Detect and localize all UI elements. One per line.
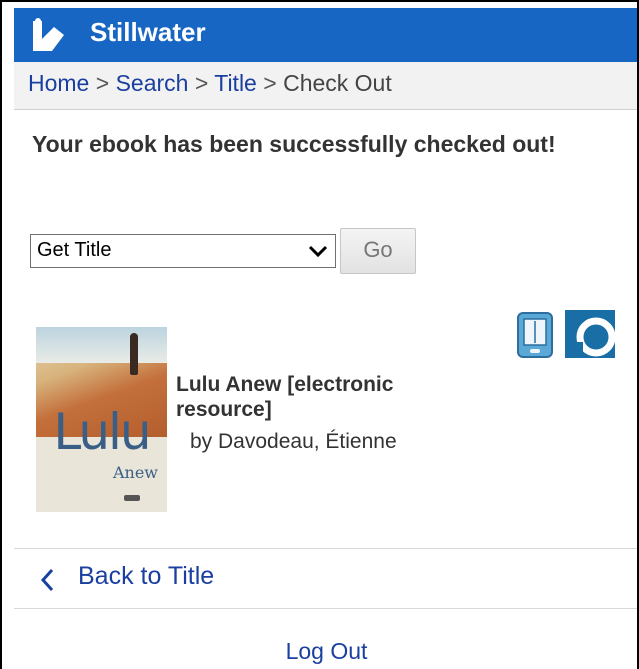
library-logo-icon[interactable]: [30, 17, 68, 55]
app-frame: Stillwater Home > Search > Title > Check…: [0, 0, 639, 669]
chevron-left-icon: [40, 568, 54, 592]
breadcrumb-search-link[interactable]: Search: [116, 70, 189, 96]
back-to-title-link[interactable]: Back to Title: [14, 550, 637, 606]
log-out-link[interactable]: Log Out: [14, 638, 637, 665]
breadcrumb: Home > Search > Title > Check Out: [14, 62, 637, 110]
breadcrumb-current: Check Out: [283, 70, 392, 96]
overdrive-icon: [565, 310, 615, 358]
cover-title: Lulu: [53, 403, 151, 461]
book-author-text: by Davodeau, Étienne: [190, 430, 397, 453]
breadcrumb-title-link[interactable]: Title: [214, 70, 257, 96]
section-divider: [14, 548, 637, 549]
breadcrumb-separator: >: [263, 70, 284, 96]
breadcrumb-home-link[interactable]: Home: [28, 70, 89, 96]
cover-art-figure: [130, 333, 138, 375]
breadcrumb-separator: >: [95, 70, 116, 96]
ebook-format-icon: [517, 312, 553, 358]
section-divider: [14, 608, 637, 609]
site-name[interactable]: Stillwater: [90, 17, 206, 48]
chevron-down-icon: [308, 245, 328, 258]
header-bar: Stillwater: [14, 8, 637, 62]
book-title: Lulu Anew [electronic resource]: [176, 373, 394, 421]
book-author: by Davodeau, Étienne: [176, 430, 397, 454]
title-action-select[interactable]: Get Title: [30, 234, 336, 268]
publisher-mark-icon: [124, 495, 140, 501]
cover-subtitle: Anew: [112, 463, 158, 482]
breadcrumb-separator: >: [194, 70, 215, 96]
back-to-title-label: Back to Title: [78, 562, 215, 590]
go-button[interactable]: Go: [340, 228, 416, 274]
title-action-selected-value: Get Title: [37, 239, 112, 261]
book-cover-image[interactable]: Lulu Anew: [36, 327, 167, 512]
checkout-success-message: Your ebook has been successfully checked…: [32, 131, 556, 157]
cover-art-sea: [36, 327, 167, 363]
